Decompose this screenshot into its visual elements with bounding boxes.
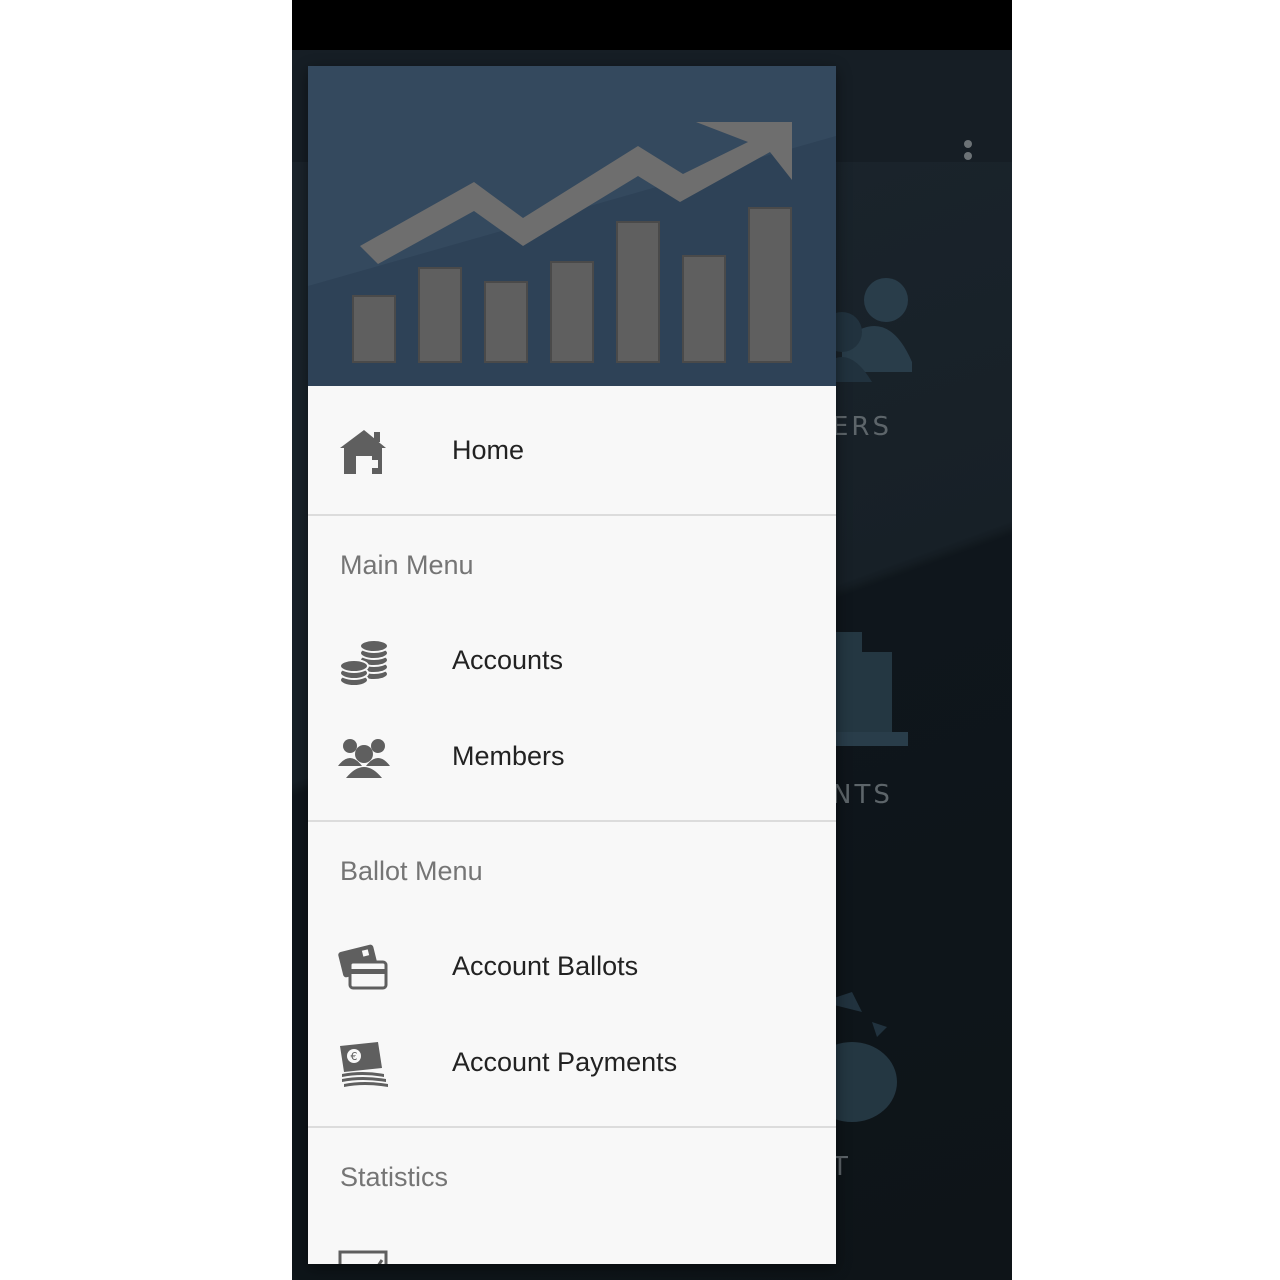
drawer-header	[308, 66, 836, 386]
nav-item-account-payments[interactable]: € Account Payments	[308, 1014, 836, 1110]
nav-item-account-ballots[interactable]: Account Ballots	[308, 918, 836, 1014]
euro-bills-icon: €	[340, 1042, 388, 1087]
cards-icon	[338, 944, 388, 990]
group-icon	[338, 739, 390, 778]
growth-chart-logo	[308, 66, 836, 386]
section-title-ballot-menu: Ballot Menu	[340, 856, 483, 886]
coins-icon	[339, 639, 389, 687]
status-bar	[292, 0, 1012, 50]
nav-label-members: Members	[452, 740, 565, 771]
divider	[308, 514, 836, 516]
nav-label-account-payments: Account Payments	[452, 1046, 678, 1077]
chart-icon	[338, 1250, 388, 1264]
nav-label-account-ballots: Account Ballots	[452, 950, 639, 981]
nav-item-accounts[interactable]: Accounts	[308, 612, 836, 708]
section-title-statistics: Statistics	[340, 1162, 449, 1192]
nav-item-statistics-first[interactable]	[308, 1226, 836, 1264]
section-title-main-menu: Main Menu	[340, 550, 474, 580]
nav-item-home[interactable]: Home	[308, 402, 836, 498]
svg-text:€: €	[351, 1050, 358, 1063]
home-icon	[340, 430, 386, 474]
nav-item-members[interactable]: Members	[308, 708, 836, 804]
divider	[308, 820, 836, 822]
nav-label-home: Home	[452, 434, 525, 465]
navigation-drawer: Home Main Menu Accounts Members Ballot M…	[308, 66, 836, 1264]
nav-label-accounts: Accounts	[452, 644, 564, 675]
device-screen: ERS NTS T Home Main Menu Accounts Member…	[292, 0, 1012, 1280]
divider	[308, 1126, 836, 1128]
